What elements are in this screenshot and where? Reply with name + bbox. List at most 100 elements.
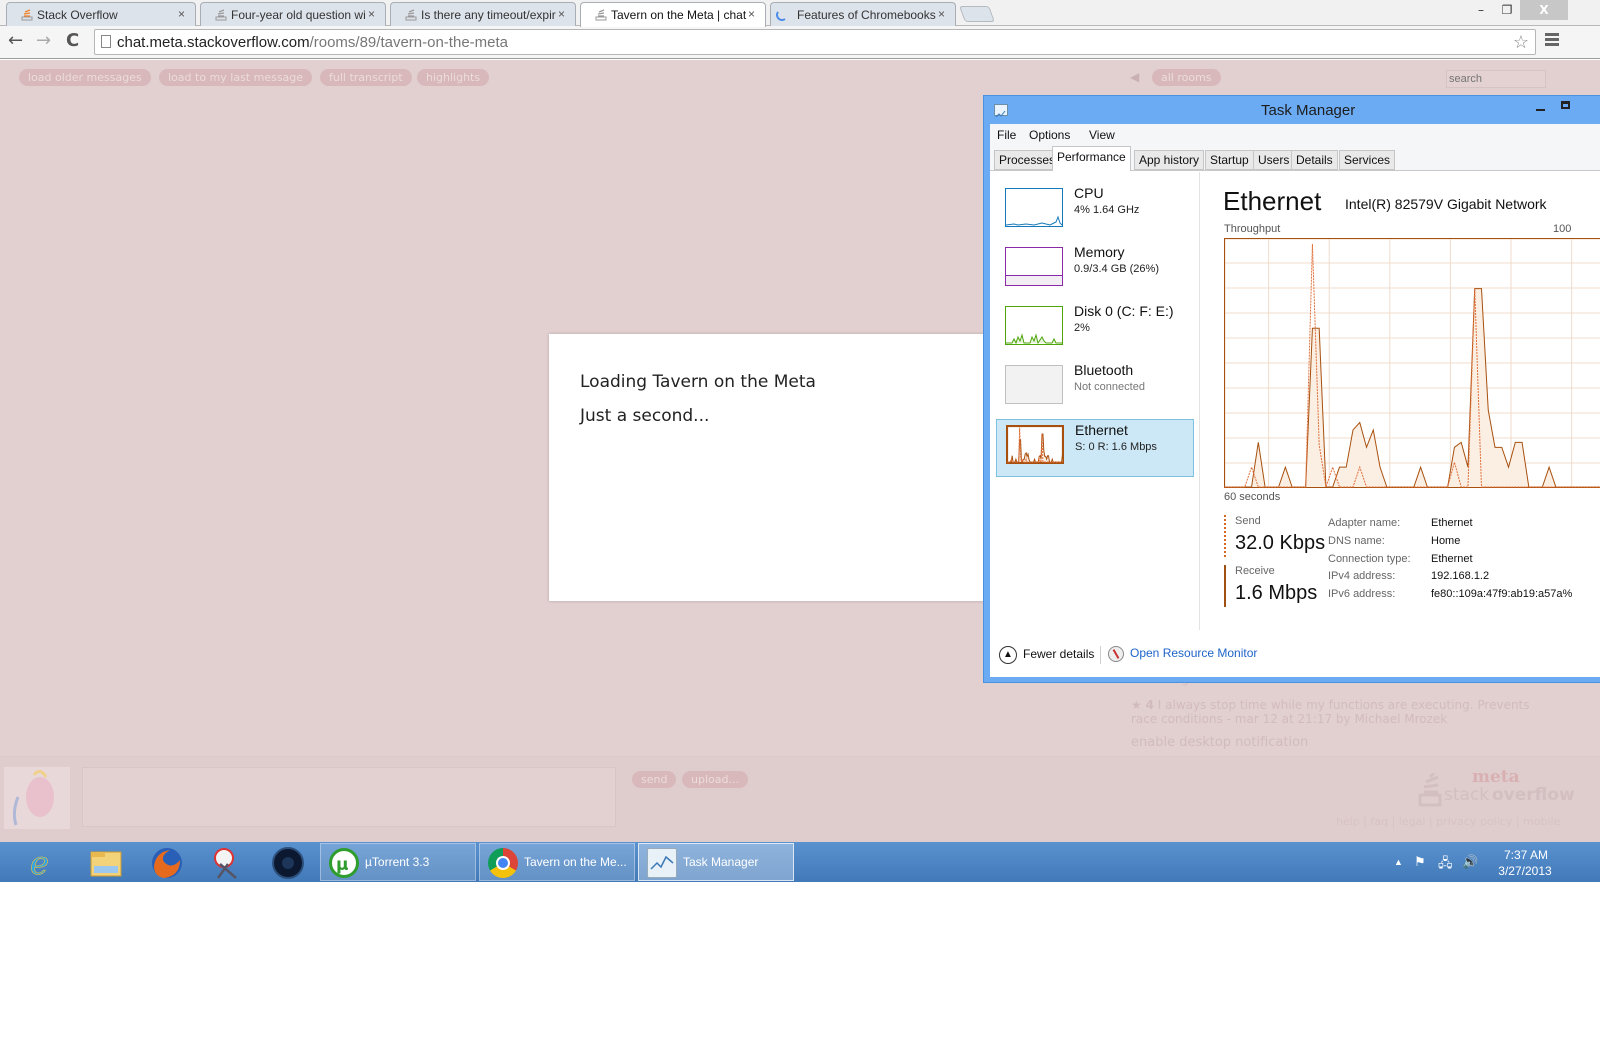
dark-app-icon[interactable] <box>262 844 312 880</box>
resource-bluetooth[interactable]: Bluetooth Not connected <box>996 360 1194 418</box>
clock-time[interactable]: 7:37 AM <box>1496 848 1556 862</box>
tab-details[interactable]: Details <box>1291 150 1338 170</box>
tab-close-icon[interactable]: × <box>558 7 565 21</box>
firefox-icon[interactable] <box>142 844 192 880</box>
window-maximize-button[interactable]: ❐ <box>1494 0 1520 20</box>
task-manager-maximize-button[interactable] <box>1561 101 1570 109</box>
footer-divider <box>1100 646 1101 664</box>
star-icon: ★ <box>1131 698 1142 712</box>
tab-close-icon[interactable]: × <box>178 7 185 21</box>
task-manager-window: Task Manager File Options View Processes… <box>983 95 1600 683</box>
svg-text:e: e <box>30 844 49 880</box>
enable-desktop-notification-link[interactable]: enable desktop notification <box>1131 736 1308 750</box>
time-span-label: 60 seconds <box>1224 491 1281 503</box>
footer-links[interactable]: help | faq | legal | privacy policy | mo… <box>1336 815 1560 828</box>
info-value: Ethernet <box>1431 517 1473 529</box>
task-manager-minimize-button[interactable] <box>1536 109 1545 111</box>
windows-taskbar: e µ µTorrent 3.3 Tavern on the Me... Tas… <box>0 842 1600 882</box>
info-key: Connection type: <box>1328 553 1411 565</box>
action-center-flag-icon[interactable]: ⚑ <box>1414 854 1426 870</box>
tab-close-icon[interactable]: × <box>368 7 375 21</box>
stackoverflow-favicon-icon <box>595 8 607 21</box>
receive-stat: Receive 1.6 Mbps <box>1224 565 1320 607</box>
tab-startup[interactable]: Startup <box>1205 150 1254 170</box>
page-icon <box>101 35 111 48</box>
all-rooms-link[interactable]: all rooms <box>1152 69 1221 86</box>
snipping-tool-icon[interactable] <box>202 844 252 880</box>
utorrent-icon: µ <box>329 848 359 878</box>
resource-name: CPU <box>1074 185 1104 201</box>
memory-mini-graph <box>1005 247 1063 286</box>
menu-options[interactable]: Options <box>1029 128 1070 142</box>
system-tray: ▲ ⚑ 🖧 🔊 7:37 AM 3/27/2013 <box>1390 842 1600 882</box>
tab-services[interactable]: Services <box>1339 150 1396 170</box>
resource-monitor-icon <box>1108 646 1124 662</box>
full-transcript-link[interactable]: full transcript <box>320 69 412 86</box>
address-bar[interactable]: chat.meta.stackoverflow.com/rooms/89/tav… <box>94 29 1536 55</box>
tab-app-history[interactable]: App history <box>1134 150 1205 170</box>
taskbar-chrome[interactable]: Tavern on the Me... <box>479 843 635 881</box>
network-icon[interactable]: 🖧 <box>1438 854 1453 876</box>
info-value: Home <box>1431 535 1461 547</box>
taskbar-utorrent[interactable]: µ µTorrent 3.3 <box>320 843 476 881</box>
open-resource-monitor-link[interactable]: Open Resource Monitor <box>1108 646 1257 662</box>
resource-cpu[interactable]: CPU 4% 1.64 GHz <box>996 183 1194 241</box>
forward-button[interactable]: → <box>36 31 51 51</box>
internet-explorer-icon[interactable]: e <box>20 844 70 883</box>
reload-button[interactable]: C <box>66 31 79 51</box>
info-value: Ethernet <box>1431 553 1473 565</box>
tab-features-of-chromebooks[interactable]: Features of Chromebooks × <box>770 2 956 26</box>
resource-value: Not connected <box>1074 381 1145 393</box>
tab-close-icon[interactable]: × <box>938 7 945 21</box>
load-older-messages-link[interactable]: load older messages <box>19 69 151 86</box>
chrome-menu-icon[interactable] <box>1545 33 1559 48</box>
send-button[interactable]: send <box>632 771 677 788</box>
tab-performance[interactable]: Performance <box>1052 146 1131 171</box>
task-manager-app-icon <box>994 104 1008 118</box>
tab-processes[interactable]: Processes <box>994 150 1061 170</box>
load-to-last-message-link[interactable]: load to my last message <box>159 69 313 86</box>
cpu-mini-graph <box>1005 188 1063 227</box>
tab-users[interactable]: Users <box>1253 150 1295 170</box>
throughput-label: Throughput <box>1224 223 1281 235</box>
bluetooth-mini-graph <box>1005 365 1063 404</box>
info-key: IPv6 address: <box>1328 588 1396 600</box>
user-avatar[interactable] <box>4 767 70 829</box>
resource-disk[interactable]: Disk 0 (C: F: E:) 2% <box>996 301 1194 359</box>
window-minimize-button[interactable]: – <box>1468 0 1494 20</box>
disk-mini-graph <box>1005 306 1063 345</box>
tab-timeout-question[interactable]: Is there any timeout/expir × <box>390 2 576 26</box>
chat-message-input[interactable] <box>82 767 616 827</box>
menu-file[interactable]: File <box>997 128 1016 142</box>
bookmark-star-icon[interactable]: ☆ <box>1513 32 1529 53</box>
sound-icon[interactable]: ◀ <box>1130 70 1142 84</box>
tab-stack-overflow[interactable]: Stack Overflow × <box>6 2 196 26</box>
task-manager-tabs: Processes Performance App history Startu… <box>990 146 1600 171</box>
show-hidden-icons-button[interactable]: ▲ <box>1394 857 1403 867</box>
file-explorer-icon[interactable] <box>82 844 132 880</box>
upload-button[interactable]: upload... <box>682 771 748 788</box>
tab-close-icon[interactable]: × <box>748 7 755 21</box>
chat-search-input[interactable] <box>1446 70 1546 88</box>
task-manager-titlebar[interactable]: Task Manager <box>984 96 1600 125</box>
tab-title: Features of Chromebooks <box>797 8 936 22</box>
resource-memory[interactable]: Memory 0.9/3.4 GB (26%) <box>996 242 1194 300</box>
tab-four-year-old-question[interactable]: Four-year old question wi × <box>200 2 386 26</box>
detail-title: Ethernet <box>1223 186 1322 216</box>
volume-icon[interactable]: 🔊 <box>1462 854 1478 870</box>
menu-view[interactable]: View <box>1089 128 1115 142</box>
clock-date[interactable]: 3/27/2013 <box>1490 864 1560 878</box>
new-tab-button[interactable] <box>959 6 995 22</box>
resource-ethernet[interactable]: Ethernet S: 0 R: 1.6 Mbps <box>996 419 1194 477</box>
tab-tavern-on-the-meta[interactable]: Tavern on the Meta | chat. × <box>580 2 766 27</box>
chevron-up-icon: ▲ <box>999 646 1017 664</box>
url-host: chat.meta.stackoverflow.com <box>117 34 310 51</box>
loading-title: Loading Tavern on the Meta <box>580 372 816 392</box>
fewer-details-button[interactable]: ▲ Fewer details <box>999 646 1094 664</box>
highlights-link[interactable]: highlights <box>417 69 490 86</box>
star-count: 4 <box>1145 698 1154 712</box>
back-button[interactable]: ← <box>8 31 23 51</box>
info-value: fe80::109a:47f9:ab19:a57a% <box>1431 588 1573 600</box>
taskbar-task-manager[interactable]: Task Manager <box>638 843 794 881</box>
window-close-button[interactable]: X <box>1520 0 1568 20</box>
